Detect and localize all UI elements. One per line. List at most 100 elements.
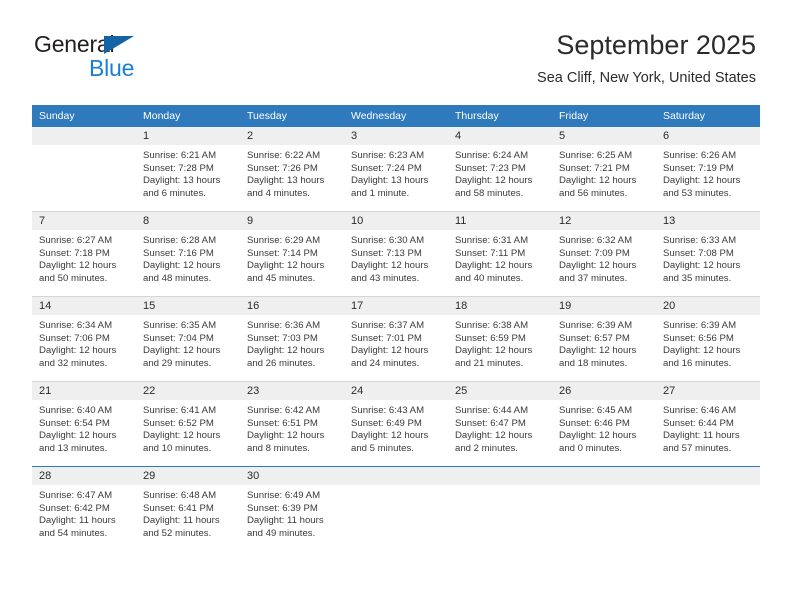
sunrise-time: Sunrise: 6:38 AM [455, 320, 529, 331]
calendar-day-cell[interactable]: 4 Sunrise: 6:24 AM Sunset: 7:23 PM Daylight… [448, 127, 552, 212]
day-number: 29 [136, 467, 240, 485]
daylight-duration-line1: Daylight: 12 hours [559, 345, 637, 357]
sunset-time: Sunset: 6:52 PM [143, 417, 214, 429]
daylight-duration-line1: Daylight: 12 hours [247, 430, 325, 442]
sunrise-time: Sunrise: 6:28 AM [143, 235, 217, 246]
sunset-time: Sunset: 6:47 PM [455, 417, 526, 429]
day-number: 18 [448, 297, 552, 315]
day-details: Sunrise: 6:30 AM Sunset: 7:13 PM Daylight:… [344, 230, 448, 285]
weekday-header-monday: Monday [136, 105, 240, 127]
sunrise-time: Sunrise: 6:32 AM [559, 235, 633, 246]
daylight-duration-line1: Daylight: 12 hours [663, 260, 741, 272]
calendar-day-cell[interactable]: 17 Sunrise: 6:37 AM Sunset: 7:01 PM Dayligh… [344, 296, 448, 382]
calendar-week-row: 1 Sunrise: 6:21 AM Sunset: 7:28 PM Daylight… [32, 127, 760, 212]
day-cell-inner: 9 Sunrise: 6:29 AM Sunset: 7:14 PM Daylight… [240, 212, 344, 296]
sunset-time: Sunset: 7:11 PM [455, 247, 526, 259]
sunrise-time: Sunrise: 6:39 AM [559, 320, 633, 331]
daylight-duration-line1: Daylight: 12 hours [143, 430, 221, 442]
day-number [656, 467, 760, 485]
calendar-day-cell[interactable]: 25 Sunrise: 6:44 AM Sunset: 6:47 PM Dayligh… [448, 381, 552, 467]
calendar-day-cell[interactable]: 20 Sunrise: 6:39 AM Sunset: 6:56 PM Dayligh… [656, 296, 760, 382]
calendar-day-cell[interactable]: 5 Sunrise: 6:25 AM Sunset: 7:21 PM Daylight… [552, 127, 656, 212]
calendar-day-cell-empty [448, 466, 552, 551]
page-subtitle: Sea Cliff, New York, United States [537, 70, 756, 86]
day-cell-inner: 26 Sunrise: 6:45 AM Sunset: 6:46 PM Dayligh… [552, 382, 656, 466]
daylight-duration-line1: Daylight: 12 hours [455, 430, 533, 442]
sunrise-time: Sunrise: 6:41 AM [143, 405, 217, 416]
calendar-day-cell[interactable]: 16 Sunrise: 6:36 AM Sunset: 7:03 PM Dayligh… [240, 296, 344, 382]
daylight-duration-line1: Daylight: 12 hours [351, 430, 429, 442]
weekday-header-saturday: Saturday [656, 105, 760, 127]
sunrise-time: Sunrise: 6:45 AM [559, 405, 633, 416]
logo-top-row: General [34, 33, 244, 59]
daylight-duration-line1: Daylight: 11 hours [663, 430, 740, 442]
sunrise-time: Sunrise: 6:35 AM [143, 320, 217, 331]
daylight-duration-line1: Daylight: 12 hours [39, 345, 117, 357]
calendar-day-cell[interactable]: 29 Sunrise: 6:48 AM Sunset: 6:41 PM Dayligh… [136, 466, 240, 551]
day-number [448, 467, 552, 485]
sunrise-time: Sunrise: 6:29 AM [247, 235, 321, 246]
calendar-day-cell[interactable]: 1 Sunrise: 6:21 AM Sunset: 7:28 PM Daylight… [136, 127, 240, 212]
day-details: Sunrise: 6:37 AM Sunset: 7:01 PM Daylight:… [344, 315, 448, 370]
calendar-day-cell[interactable]: 24 Sunrise: 6:43 AM Sunset: 6:49 PM Dayligh… [344, 381, 448, 467]
calendar-day-cell[interactable]: 22 Sunrise: 6:41 AM Sunset: 6:52 PM Dayligh… [136, 381, 240, 467]
day-cell-inner: 22 Sunrise: 6:41 AM Sunset: 6:52 PM Dayligh… [136, 382, 240, 466]
calendar-day-cell[interactable]: 12 Sunrise: 6:32 AM Sunset: 7:09 PM Dayligh… [552, 211, 656, 297]
day-cell-inner: 30 Sunrise: 6:49 AM Sunset: 6:39 PM Dayligh… [240, 467, 344, 551]
day-number: 26 [552, 382, 656, 400]
calendar-day-cell[interactable]: 18 Sunrise: 6:38 AM Sunset: 6:59 PM Dayligh… [448, 296, 552, 382]
sunrise-time: Sunrise: 6:31 AM [455, 235, 529, 246]
daylight-duration-line1: Daylight: 12 hours [351, 345, 429, 357]
calendar-day-cell[interactable]: 23 Sunrise: 6:42 AM Sunset: 6:51 PM Dayligh… [240, 381, 344, 467]
calendar-day-cell[interactable]: 26 Sunrise: 6:45 AM Sunset: 6:46 PM Dayligh… [552, 381, 656, 467]
daylight-duration-line1: Daylight: 13 hours [247, 175, 325, 187]
calendar-day-cell[interactable]: 6 Sunrise: 6:26 AM Sunset: 7:19 PM Daylight… [656, 127, 760, 212]
day-cell-inner: 13 Sunrise: 6:33 AM Sunset: 7:08 PM Dayligh… [656, 212, 760, 296]
sunrise-time: Sunrise: 6:39 AM [663, 320, 737, 331]
daylight-duration-line2: and 58 minutes. [455, 187, 524, 199]
calendar-day-cell[interactable]: 27 Sunrise: 6:46 AM Sunset: 6:44 PM Dayligh… [656, 381, 760, 467]
day-number: 23 [240, 382, 344, 400]
day-details: Sunrise: 6:44 AM Sunset: 6:47 PM Daylight:… [448, 400, 552, 455]
calendar-day-cell[interactable]: 7 Sunrise: 6:27 AM Sunset: 7:18 PM Daylight… [32, 211, 136, 297]
daylight-duration-line1: Daylight: 12 hours [455, 175, 533, 187]
daylight-duration-line2: and 35 minutes. [663, 272, 732, 284]
calendar-day-cell[interactable]: 14 Sunrise: 6:34 AM Sunset: 7:06 PM Dayligh… [32, 296, 136, 382]
day-cell-inner: 21 Sunrise: 6:40 AM Sunset: 6:54 PM Dayligh… [32, 382, 136, 466]
calendar-day-cell[interactable]: 10 Sunrise: 6:30 AM Sunset: 7:13 PM Dayligh… [344, 211, 448, 297]
daylight-duration-line2: and 53 minutes. [663, 187, 732, 199]
calendar-day-cell[interactable]: 8 Sunrise: 6:28 AM Sunset: 7:16 PM Daylight… [136, 211, 240, 297]
day-details: Sunrise: 6:28 AM Sunset: 7:16 PM Daylight:… [136, 230, 240, 285]
day-cell-inner: 15 Sunrise: 6:35 AM Sunset: 7:04 PM Dayligh… [136, 297, 240, 381]
calendar-day-cell[interactable]: 2 Sunrise: 6:22 AM Sunset: 7:26 PM Daylight… [240, 127, 344, 212]
calendar-day-cell[interactable]: 3 Sunrise: 6:23 AM Sunset: 7:24 PM Daylight… [344, 127, 448, 212]
daylight-duration-line2: and 45 minutes. [247, 272, 316, 284]
calendar-day-cell[interactable]: 15 Sunrise: 6:35 AM Sunset: 7:04 PM Dayligh… [136, 296, 240, 382]
day-details: Sunrise: 6:42 AM Sunset: 6:51 PM Daylight:… [240, 400, 344, 455]
day-number: 9 [240, 212, 344, 230]
weekday-header-friday: Friday [552, 105, 656, 127]
calendar-day-cell[interactable]: 11 Sunrise: 6:31 AM Sunset: 7:11 PM Dayligh… [448, 211, 552, 297]
daylight-duration-line1: Daylight: 12 hours [39, 430, 117, 442]
daylight-duration-line2: and 10 minutes. [143, 442, 212, 454]
day-details: Sunrise: 6:47 AM Sunset: 6:42 PM Daylight:… [32, 485, 136, 540]
calendar-day-cell[interactable]: 30 Sunrise: 6:49 AM Sunset: 6:39 PM Dayligh… [240, 466, 344, 551]
sunset-time: Sunset: 7:21 PM [559, 162, 630, 174]
calendar-week-row: 14 Sunrise: 6:34 AM Sunset: 7:06 PM Dayligh… [32, 296, 760, 382]
calendar-week-row: 28 Sunrise: 6:47 AM Sunset: 6:42 PM Dayligh… [32, 466, 760, 551]
day-cell-inner: 29 Sunrise: 6:48 AM Sunset: 6:41 PM Dayligh… [136, 467, 240, 551]
daylight-duration-line1: Daylight: 12 hours [247, 260, 325, 272]
calendar-day-cell[interactable]: 21 Sunrise: 6:40 AM Sunset: 6:54 PM Dayligh… [32, 381, 136, 467]
calendar-day-cell[interactable]: 28 Sunrise: 6:47 AM Sunset: 6:42 PM Dayligh… [32, 466, 136, 551]
general-blue-logo[interactable]: General Blue [34, 33, 244, 85]
calendar-day-cell[interactable]: 13 Sunrise: 6:33 AM Sunset: 7:08 PM Dayligh… [656, 211, 760, 297]
daylight-duration-line1: Daylight: 12 hours [663, 175, 741, 187]
day-number: 3 [344, 127, 448, 145]
daylight-duration-line1: Daylight: 11 hours [143, 515, 220, 527]
day-details: Sunrise: 6:26 AM Sunset: 7:19 PM Daylight:… [656, 145, 760, 200]
calendar-day-cell[interactable]: 19 Sunrise: 6:39 AM Sunset: 6:57 PM Dayligh… [552, 296, 656, 382]
day-cell-inner: 7 Sunrise: 6:27 AM Sunset: 7:18 PM Daylight… [32, 212, 136, 296]
daylight-duration-line2: and 21 minutes. [455, 357, 524, 369]
day-cell-inner: 23 Sunrise: 6:42 AM Sunset: 6:51 PM Dayligh… [240, 382, 344, 466]
calendar-day-cell[interactable]: 9 Sunrise: 6:29 AM Sunset: 7:14 PM Daylight… [240, 211, 344, 297]
